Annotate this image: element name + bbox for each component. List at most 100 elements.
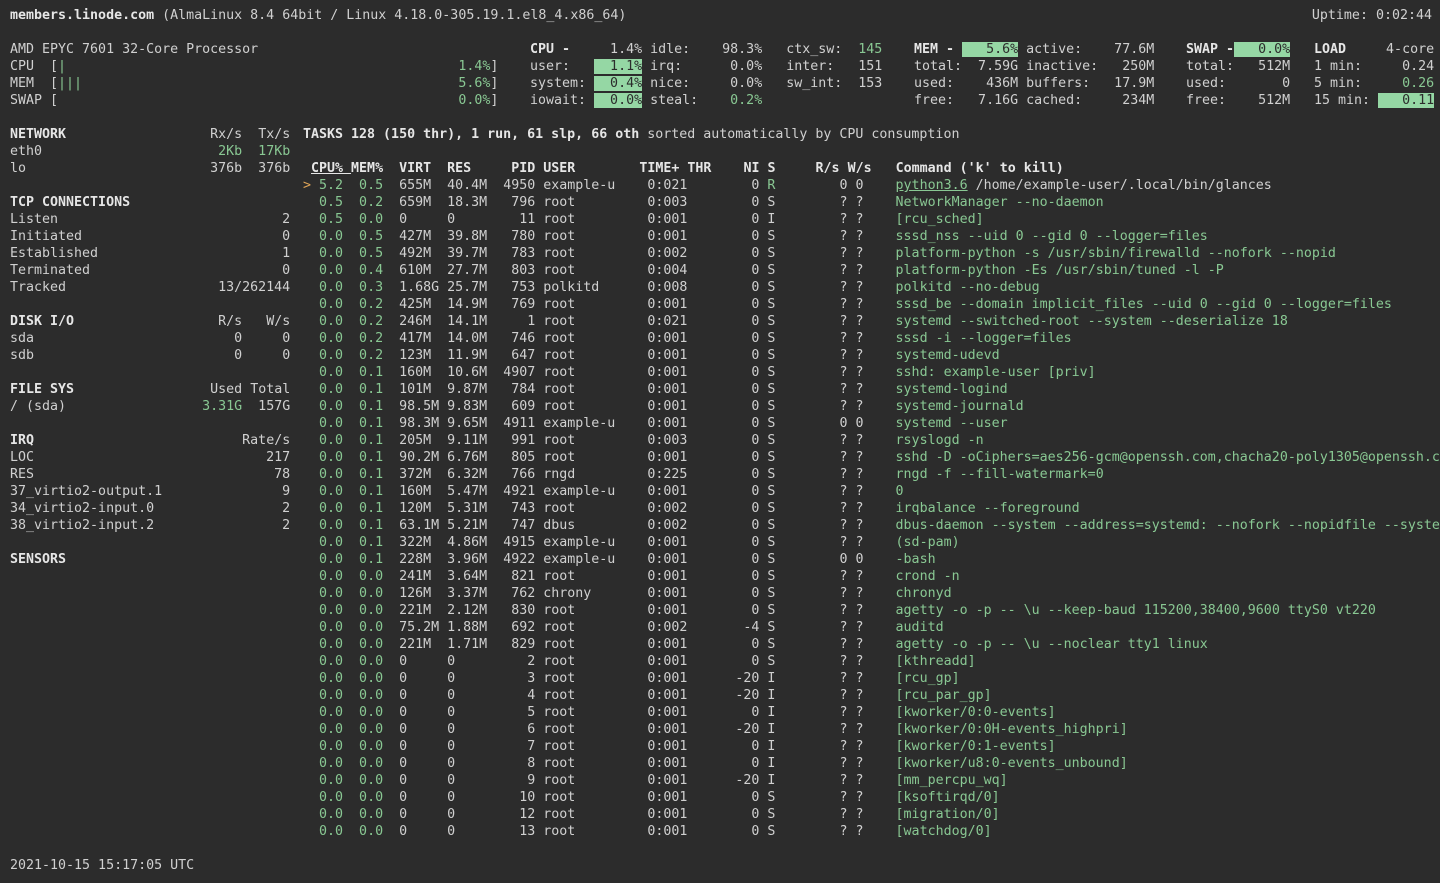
text [439,637,447,652]
stat-cell: 0.0% [706,59,762,74]
process-command: python3.6 [896,178,968,193]
io-write: ? [848,773,864,788]
stat-cell: active: [1026,42,1098,57]
virt: 90.2M [399,450,439,465]
user: root [543,297,623,312]
irq-name: 34_virtio2-input.0 [10,501,170,516]
row-cursor [303,790,311,805]
process-row: 0.0 0.0 0 0 3 root 0:001 -20 I ? ? [rcu_… [303,670,1440,687]
threads: 2 [679,246,695,261]
io-write: ? [848,569,864,584]
process-panel: TASKS 128 (150 thr), 1 run, 61 slp, 66 o… [303,126,1440,840]
io-read: ? [775,756,847,771]
header-pid: PID [511,161,535,176]
res: 11.9M [447,348,495,363]
diskio-row: sdb 0 0 [10,347,290,364]
user: root [543,450,623,465]
mem-percent: 0.0 [343,212,383,227]
io-write: ? [848,195,864,210]
text [383,195,399,210]
mem-percent: 0.5 [343,246,383,261]
cpu-stats-row: iowait: 0.0% steal: 0.2% [530,92,882,109]
process-args: -s /usr/sbin/firewalld --nofork --nopid [1016,246,1336,261]
cpu-percent: 0.0 [311,365,343,380]
process-row: 0.0 0.5 492M 39.7M 783 root 0:002 0 S ? … [303,245,1440,262]
time: 0:00 [639,637,679,652]
row-cursor [303,399,311,414]
process-row: 0.0 0.1 98.5M 9.83M 609 root 0:001 0 S ?… [303,398,1440,415]
text [623,552,639,567]
glances-terminal[interactable]: members.linode.com (AlmaLinux 8.4 64bit … [0,0,1440,883]
mem-percent: 0.1 [343,501,383,516]
row-cursor [303,705,311,720]
io-write: ? [848,450,864,465]
row-cursor [303,722,311,737]
threads: 1 [679,348,695,363]
virt: 0 [399,790,439,805]
threads: 1 [679,654,695,669]
cpu-percent: 0.0 [311,501,343,516]
process-command: -bash [896,552,936,567]
pid: 805 [495,450,535,465]
text [864,654,896,669]
text [864,280,896,295]
process-row: 0.0 0.3 1.68G 25.7M 753 polkitd 0:008 0 … [303,279,1440,296]
res: 0 [447,773,495,788]
text [623,603,639,618]
text [383,229,399,244]
header-cpu-percent: CPU% [311,161,351,176]
text [623,365,639,380]
row-cursor [303,773,311,788]
cpu-percent: 0.0 [311,331,343,346]
tcp-title: TCP CONNECTIONS [10,195,130,210]
pid: 821 [495,569,535,584]
mem-percent: 0.2 [343,195,383,210]
load-stats-row: 15 min: 0.11 [1314,92,1434,109]
mem-percent: 0.0 [343,790,383,805]
process-args: --foreground [976,501,1080,516]
virt: 427M [399,229,439,244]
virt: 98.3M [399,416,439,431]
network-col2-header: Tx/s [242,127,290,142]
text [623,688,639,703]
process-row: 0.0 0.2 246M 14.1M 1 root 0:021 0 S ? ? … [303,313,1440,330]
row-cursor [303,756,311,771]
swap-stats-row: free: 512M [1186,92,1290,109]
res: 0 [447,705,495,720]
io-read: ? [775,824,847,839]
mem-percent: 0.0 [343,807,383,822]
sidebar: NETWORK Rx/s Tx/seth0 2Kb 17Kblo 376b 37… [10,126,290,585]
io-write: ? [848,756,864,771]
stat-cell: 5.6% [962,42,1018,57]
irq-name: 38_virtio2-input.2 [10,518,170,533]
process-command: [watchdog/0] [896,824,992,839]
text [439,773,447,788]
row-cursor [303,569,311,584]
res: 5.21M [447,518,495,533]
network-row: lo 376b 376b [10,160,290,177]
pid: 747 [495,518,535,533]
threads: 5 [679,467,695,482]
row-cursor [303,416,311,431]
io-write: ? [848,722,864,737]
text [439,416,447,431]
user: example-u [543,552,623,567]
nice: 0 [695,297,759,312]
process-row: 0.0 0.0 0 0 7 root 0:001 0 I ? ? [kworke… [303,738,1440,755]
process-row: 0.0 0.0 0 0 6 root 0:001 -20 I ? ? [kwor… [303,721,1440,738]
threads: 1 [679,705,695,720]
time: 0:00 [639,331,679,346]
stat-cell: nice: [650,76,706,91]
os-info: (AlmaLinux 8.4 64bit / Linux 4.18.0-305.… [154,8,626,23]
virt: 492M [399,246,439,261]
row-cursor [303,246,311,261]
pid: 4922 [495,552,535,567]
quicklook-panel: AMD EPYC 7601 32-Core ProcessorCPU [| 1.… [10,41,498,109]
process-command: crond [896,569,936,584]
text [439,246,447,261]
virt: 63.1M [399,518,439,533]
text [864,501,896,516]
process-row: 0.0 0.0 0 0 2 root 0:001 0 S ? ? [kthrea… [303,653,1440,670]
time: 0:00 [639,348,679,363]
user: root [543,637,623,652]
